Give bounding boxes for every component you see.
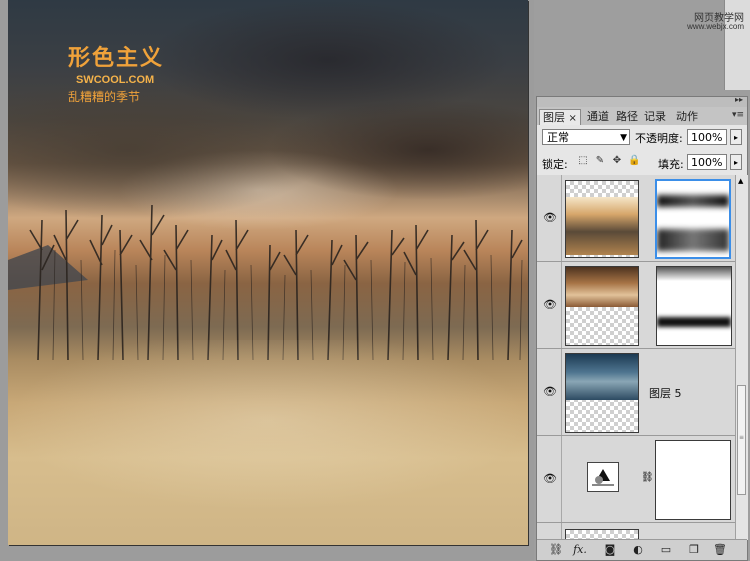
visibility-column: [537, 523, 562, 540]
layer-row[interactable]: 👁: [537, 262, 735, 349]
tab-paths[interactable]: 路径: [613, 109, 641, 125]
grip-icon: ≡: [739, 434, 745, 441]
tab-close-icon[interactable]: ×: [569, 113, 577, 124]
watermark: 形色主义 SWCOOL.COM 乱糟糟的季节: [68, 40, 164, 105]
scroll-up-icon[interactable]: ▲: [738, 177, 743, 185]
fx-icon[interactable]: fx.: [573, 543, 587, 557]
chain-link-icon[interactable]: ⛓: [641, 472, 654, 483]
eye-icon[interactable]: 👁: [543, 386, 557, 397]
layers-list: 👁 👁 👁 图层 5 👁 ⛓: [537, 175, 735, 540]
scroll-thumb[interactable]: ≡: [737, 385, 746, 495]
eye-icon[interactable]: 👁: [543, 473, 557, 484]
lock-row: 锁定: ⬚ ✎ ✥ 🔒 填充: 100% ▸: [537, 149, 747, 176]
grass-field: [8, 340, 528, 545]
opacity-field[interactable]: 100%: [687, 129, 727, 145]
tab-layers-label: 图层: [543, 111, 565, 124]
watermark-logo: 形色主义: [68, 46, 165, 71]
tab-actions[interactable]: 动作: [673, 109, 701, 125]
trash-icon[interactable]: 🗑: [713, 543, 727, 557]
eye-icon[interactable]: 👁: [543, 212, 557, 223]
artwork-image[interactable]: 形色主义 SWCOOL.COM 乱糟糟的季节: [8, 0, 528, 545]
layer-mask-thumbnail[interactable]: [655, 440, 731, 520]
lock-transparency-icon[interactable]: ⬚: [577, 155, 589, 167]
lock-paint-icon[interactable]: ✎: [594, 155, 606, 167]
fill-label: 填充:: [658, 158, 684, 171]
lock-label: 锁定:: [542, 158, 568, 171]
blend-mode-select[interactable]: 正常 ▼: [542, 129, 630, 145]
layer-thumbnail[interactable]: [565, 353, 639, 433]
fill-field[interactable]: 100%: [687, 154, 727, 170]
fill-slider-arrow-icon[interactable]: ▸: [730, 154, 742, 170]
new-layer-icon[interactable]: ❐: [687, 543, 701, 557]
tab-history[interactable]: 记录: [641, 109, 669, 125]
layers-scrollbar[interactable]: ▲ ≡: [735, 175, 748, 540]
layer-row[interactable]: 👁: [537, 175, 735, 262]
collapse-icon[interactable]: ▸▸: [735, 95, 743, 104]
layer-thumbnail[interactable]: [565, 266, 639, 346]
tab-channels[interactable]: 通道: [584, 109, 612, 125]
layer-mask-thumbnail[interactable]: [656, 266, 732, 346]
chevron-down-icon: ▼: [620, 133, 627, 143]
document-canvas-area[interactable]: 形色主义 SWCOOL.COM 乱糟糟的季节: [0, 0, 534, 561]
panel-title-bar[interactable]: ▸▸: [537, 95, 747, 107]
panel-menu-icon[interactable]: ▾≡: [732, 110, 744, 120]
panel-tabs: 图层 × 通道 路径 记录 动作 ▾≡: [537, 107, 747, 125]
layer-name[interactable]: 图层 5: [649, 385, 682, 401]
layer-row[interactable]: 👁 ⛓: [537, 436, 735, 523]
blend-mode-value: 正常: [547, 131, 569, 144]
opacity-slider-arrow-icon[interactable]: ▸: [730, 129, 742, 145]
layer-row[interactable]: 👁 图层 5: [537, 349, 735, 436]
blend-row: 正常 ▼ 不透明度: 100% ▸: [537, 125, 747, 149]
tab-layers[interactable]: 图层 ×: [539, 109, 581, 125]
mask-icon[interactable]: ◙: [603, 543, 617, 557]
lock-all-icon[interactable]: 🔒: [628, 155, 640, 167]
layer-row[interactable]: [537, 523, 735, 540]
adjustment-icon[interactable]: ◐: [631, 543, 645, 557]
watermark-subtitle: 乱糟糟的季节: [68, 90, 141, 104]
watermark-site: SWCOOL.COM: [76, 74, 155, 86]
lock-position-icon[interactable]: ✥: [611, 155, 623, 167]
site-url: www.webjx.com: [687, 22, 744, 31]
layer-mask-thumbnail[interactable]: [655, 179, 731, 259]
layers-bottom-bar: ⛓ fx. ◙ ◐ ▭ ❐ 🗑: [537, 539, 747, 560]
layers-panel: ▸▸ 图层 × 通道 路径 记录 动作 ▾≡ 正常 ▼ 不透明度: 100% ▸…: [536, 95, 748, 561]
opacity-label: 不透明度:: [635, 132, 683, 145]
layer-thumbnail[interactable]: [565, 180, 639, 258]
link-icon[interactable]: ⛓: [549, 543, 563, 557]
eye-icon[interactable]: 👁: [543, 299, 557, 310]
adjustment-layer-icon[interactable]: [587, 462, 619, 492]
folder-icon[interactable]: ▭: [659, 543, 673, 557]
